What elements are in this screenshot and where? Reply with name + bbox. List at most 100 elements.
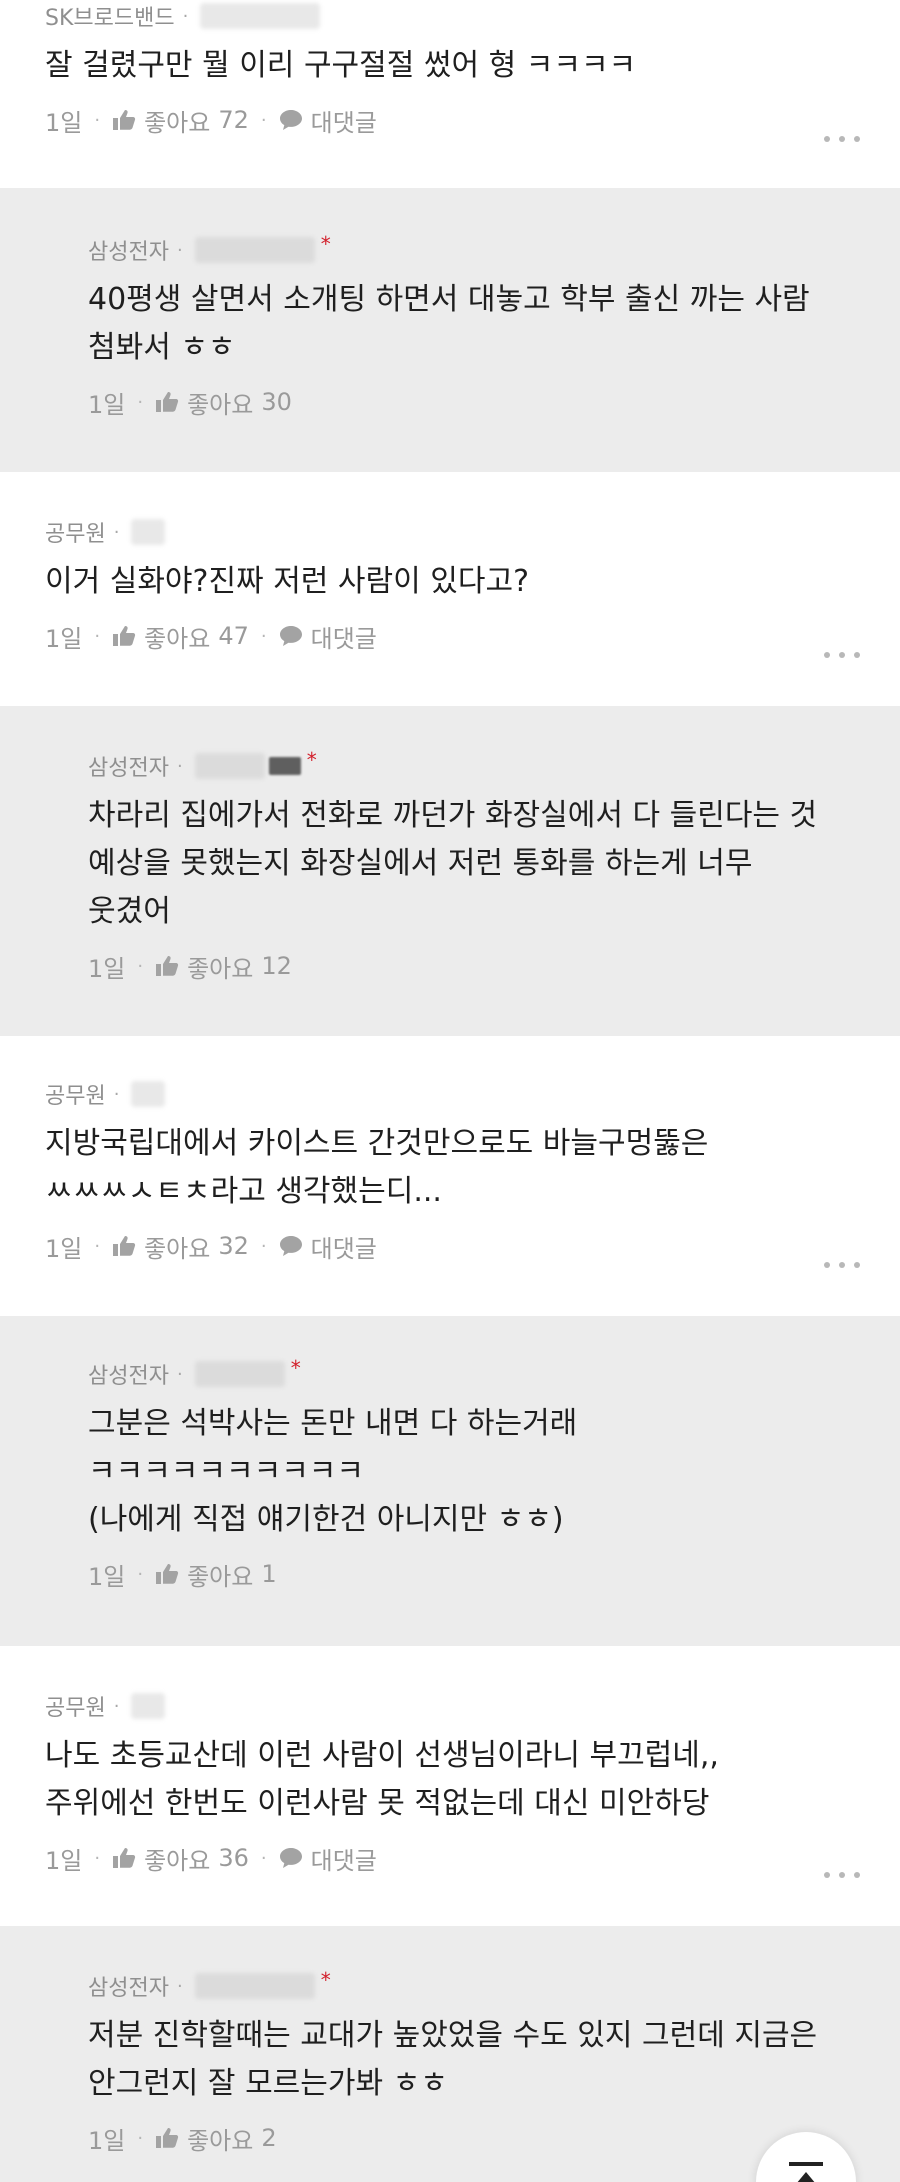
comment-time: 1일 bbox=[88, 1562, 126, 1591]
reply-label: 대댓글 bbox=[310, 624, 377, 653]
like-button[interactable]: 좋아요 2 bbox=[155, 2121, 277, 2156]
reply-button[interactable]: 대댓글 bbox=[279, 1841, 377, 1876]
thumbs-up-icon bbox=[156, 392, 179, 412]
comment-body: 차라리 집에가서 전화로 까던가 화장실에서 다 들린다는 것 예상을 못했는지… bbox=[88, 798, 818, 929]
like-button[interactable]: 좋아요 30 bbox=[155, 385, 292, 420]
like-button[interactable]: 좋아요 12 bbox=[155, 949, 292, 984]
comment-time: 1일 bbox=[88, 2126, 126, 2155]
reply-comment: 삼성전자 · * 저분 진학할때는 교대가 높았었을 수도 있지 그런데 지금은… bbox=[0, 1926, 900, 2182]
author-affiliation[interactable]: 삼성전자 bbox=[88, 234, 169, 266]
comment-meta: 삼성전자 · * bbox=[88, 1354, 868, 1394]
comment-actions: 1일 · 좋아요 32 · 대댓글 bbox=[45, 1226, 845, 1266]
like-button[interactable]: 좋아요 36 bbox=[112, 1841, 249, 1876]
comment-body: 40평생 살면서 소개팅 하면서 대놓고 학부 출신 까는 사람 첨봐서 ㅎㅎ bbox=[88, 282, 810, 365]
comment-meta: 공무원 · bbox=[45, 1074, 845, 1114]
reply-label: 대댓글 bbox=[310, 108, 377, 137]
like-label: 좋아요 bbox=[187, 1562, 254, 1591]
blurred-nickname bbox=[131, 519, 166, 545]
separator-dot: · bbox=[137, 2127, 144, 2149]
separator-dot: · bbox=[94, 1847, 101, 1869]
more-options-icon[interactable] bbox=[824, 1262, 860, 1270]
scroll-to-top-icon bbox=[789, 2162, 823, 2166]
redaction-mark bbox=[268, 757, 301, 775]
comment-actions: 1일 · 좋아요 72 · 대댓글 bbox=[45, 100, 845, 140]
separator-dot: · bbox=[176, 755, 183, 777]
blurred-nickname bbox=[200, 3, 321, 29]
like-label: 좋아요 bbox=[144, 108, 211, 137]
reply-label: 대댓글 bbox=[310, 1234, 377, 1263]
like-button[interactable]: 좋아요 1 bbox=[155, 1557, 277, 1592]
speech-bubble-icon bbox=[279, 626, 302, 646]
reply-button[interactable]: 대댓글 bbox=[279, 619, 377, 654]
speech-bubble-icon bbox=[279, 110, 302, 130]
comment: SK브로드밴드 · 잘 걸렸구만 뭘 이리 구구절절 썼어 형 ㅋㅋㅋㅋ 1일 … bbox=[0, 0, 900, 188]
comment-actions: 1일 · 좋아요 47 · 대댓글 bbox=[45, 616, 845, 656]
comment-time: 1일 bbox=[88, 954, 126, 983]
separator-dot: · bbox=[260, 1235, 267, 1257]
speech-bubble-icon bbox=[279, 1236, 302, 1256]
blurred-nickname bbox=[194, 1361, 285, 1387]
comment: 공무원 · 이거 실화야?진짜 저런 사람이 있다고? 1일 · 좋아요 47 … bbox=[0, 472, 900, 706]
verified-mark: * bbox=[320, 232, 331, 256]
comment-meta: 삼성전자 · * bbox=[88, 746, 868, 786]
thumbs-up-icon bbox=[156, 2128, 179, 2148]
separator-dot: · bbox=[94, 109, 101, 131]
comment-actions: 1일 · 좋아요 2 bbox=[88, 2118, 868, 2158]
author-affiliation[interactable]: 삼성전자 bbox=[88, 1358, 169, 1390]
comment-body: 이거 실화야?진짜 저런 사람이 있다고? bbox=[45, 564, 529, 599]
thumbs-up-icon bbox=[156, 956, 179, 976]
like-count: 36 bbox=[218, 1844, 249, 1872]
comment-meta: 삼성전자 · * bbox=[88, 1966, 868, 2006]
separator-dot: · bbox=[182, 5, 189, 27]
comment-body: 나도 초등교산데 이런 사람이 선생님이라니 부끄럽네,, 주위에선 한번도 이… bbox=[45, 1738, 719, 1821]
reply-button[interactable]: 대댓글 bbox=[279, 1229, 377, 1264]
separator-dot: · bbox=[260, 625, 267, 647]
author-affiliation[interactable]: 공무원 bbox=[45, 1690, 106, 1722]
comment-actions: 1일 · 좋아요 36 · 대댓글 bbox=[45, 1838, 845, 1878]
thumbs-up-icon bbox=[113, 1848, 136, 1868]
like-button[interactable]: 좋아요 32 bbox=[112, 1229, 249, 1264]
comment-actions: 1일 · 좋아요 30 bbox=[88, 382, 868, 422]
author-affiliation[interactable]: 삼성전자 bbox=[88, 1970, 169, 2002]
reply-comment: 삼성전자 · * 그분은 석박사는 돈만 내면 다 하는거래 ㅋㅋㅋㅋㅋㅋㅋㅋㅋ… bbox=[0, 1316, 900, 1646]
separator-dot: · bbox=[94, 1235, 101, 1257]
thumbs-up-icon bbox=[113, 626, 136, 646]
comment: 공무원 · 지방국립대에서 카이스트 간것만으로도 바늘구멍뚫은 ㅆㅆㅆㅅㅌㅊ라… bbox=[0, 1036, 900, 1316]
like-label: 좋아요 bbox=[187, 2126, 254, 2155]
comment-actions: 1일 · 좋아요 1 bbox=[88, 1554, 868, 1594]
comment-meta: 삼성전자 · * bbox=[88, 230, 868, 270]
separator-dot: · bbox=[94, 625, 101, 647]
like-label: 좋아요 bbox=[144, 1234, 211, 1263]
separator-dot: · bbox=[137, 955, 144, 977]
like-count: 30 bbox=[261, 388, 292, 416]
comment-actions: 1일 · 좋아요 12 bbox=[88, 946, 868, 986]
blurred-nickname bbox=[194, 1973, 315, 1999]
separator-dot: · bbox=[260, 109, 267, 131]
separator-dot: · bbox=[137, 391, 144, 413]
separator-dot: · bbox=[113, 521, 120, 543]
speech-bubble-icon bbox=[279, 1848, 302, 1868]
like-label: 좋아요 bbox=[144, 1846, 211, 1875]
like-label: 좋아요 bbox=[187, 954, 254, 983]
blurred-nickname bbox=[131, 1081, 166, 1107]
reply-button[interactable]: 대댓글 bbox=[279, 103, 377, 138]
author-affiliation[interactable]: 공무원 bbox=[45, 516, 106, 548]
comment-meta: 공무원 · bbox=[45, 512, 845, 552]
comment-meta: 공무원 · bbox=[45, 1686, 845, 1726]
author-affiliation[interactable]: 공무원 bbox=[45, 1078, 106, 1110]
more-options-icon[interactable] bbox=[824, 652, 860, 660]
thumbs-up-icon bbox=[113, 1236, 136, 1256]
blurred-nickname bbox=[194, 237, 315, 263]
comment-meta: SK브로드밴드 · bbox=[45, 0, 845, 36]
comment-body: 지방국립대에서 카이스트 간것만으로도 바늘구멍뚫은 ㅆㅆㅆㅅㅌㅊ라고 생각했는… bbox=[45, 1126, 709, 1209]
like-button[interactable]: 좋아요 72 bbox=[112, 103, 249, 138]
like-count: 12 bbox=[261, 952, 292, 980]
blurred-nickname bbox=[131, 1693, 166, 1719]
separator-dot: · bbox=[137, 1563, 144, 1585]
more-options-icon[interactable] bbox=[824, 1872, 860, 1880]
comment-body: 저분 진학할때는 교대가 높았었을 수도 있지 그런데 지금은 안그런지 잘 모… bbox=[88, 2018, 818, 2101]
like-button[interactable]: 좋아요 47 bbox=[112, 619, 249, 654]
more-options-icon[interactable] bbox=[824, 136, 860, 144]
author-affiliation[interactable]: 삼성전자 bbox=[88, 750, 169, 782]
author-affiliation[interactable]: SK브로드밴드 bbox=[45, 0, 175, 32]
